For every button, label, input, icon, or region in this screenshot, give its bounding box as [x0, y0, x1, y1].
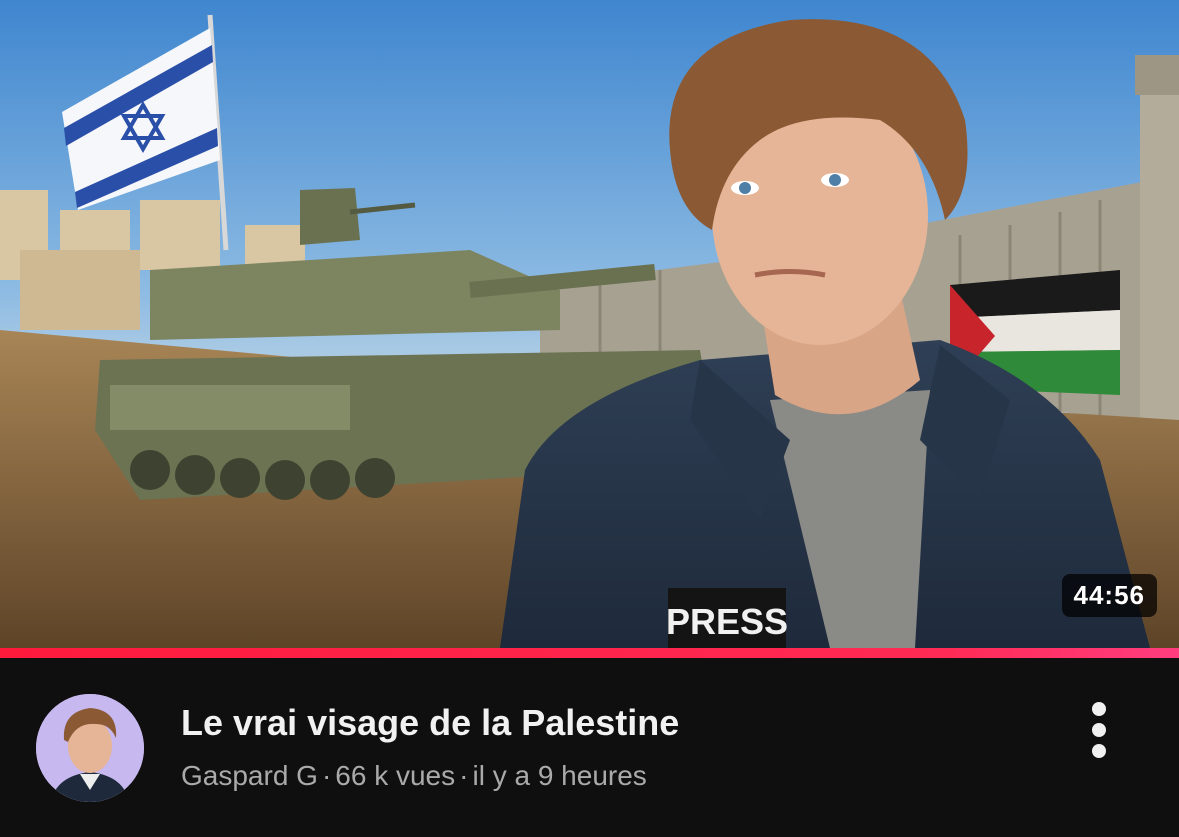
duration-badge: 44:56 — [1061, 574, 1157, 617]
channel-name[interactable]: Gaspard G — [181, 760, 318, 791]
press-badge-text: PRESS — [666, 601, 788, 642]
more-dot — [1092, 744, 1106, 758]
channel-avatar[interactable] — [36, 694, 144, 802]
video-metadata: Le vrai visage de la Palestine Gaspard G… — [0, 658, 1179, 837]
thumbnail-illustration: PRESS — [0, 0, 1179, 648]
watch-progress-fill — [0, 648, 1179, 658]
video-card[interactable]: PRESS 44:56 Le vrai visage de la Palesti… — [0, 0, 1179, 837]
video-title[interactable]: Le vrai visage de la Palestine — [181, 702, 679, 744]
more-dot — [1092, 702, 1106, 716]
more-vertical-icon[interactable] — [1079, 698, 1119, 762]
video-subtitle: Gaspard G · 66 k vues · il y a 9 heures — [181, 760, 647, 792]
more-dot — [1092, 723, 1106, 737]
separator: · — [321, 760, 332, 791]
upload-age: il y a 9 heures — [472, 760, 647, 791]
video-thumbnail[interactable]: PRESS 44:56 — [0, 0, 1179, 648]
watch-progress-bar — [0, 648, 1179, 658]
view-count: 66 k vues — [335, 760, 456, 791]
separator: · — [459, 760, 469, 791]
avatar-image — [36, 694, 144, 802]
